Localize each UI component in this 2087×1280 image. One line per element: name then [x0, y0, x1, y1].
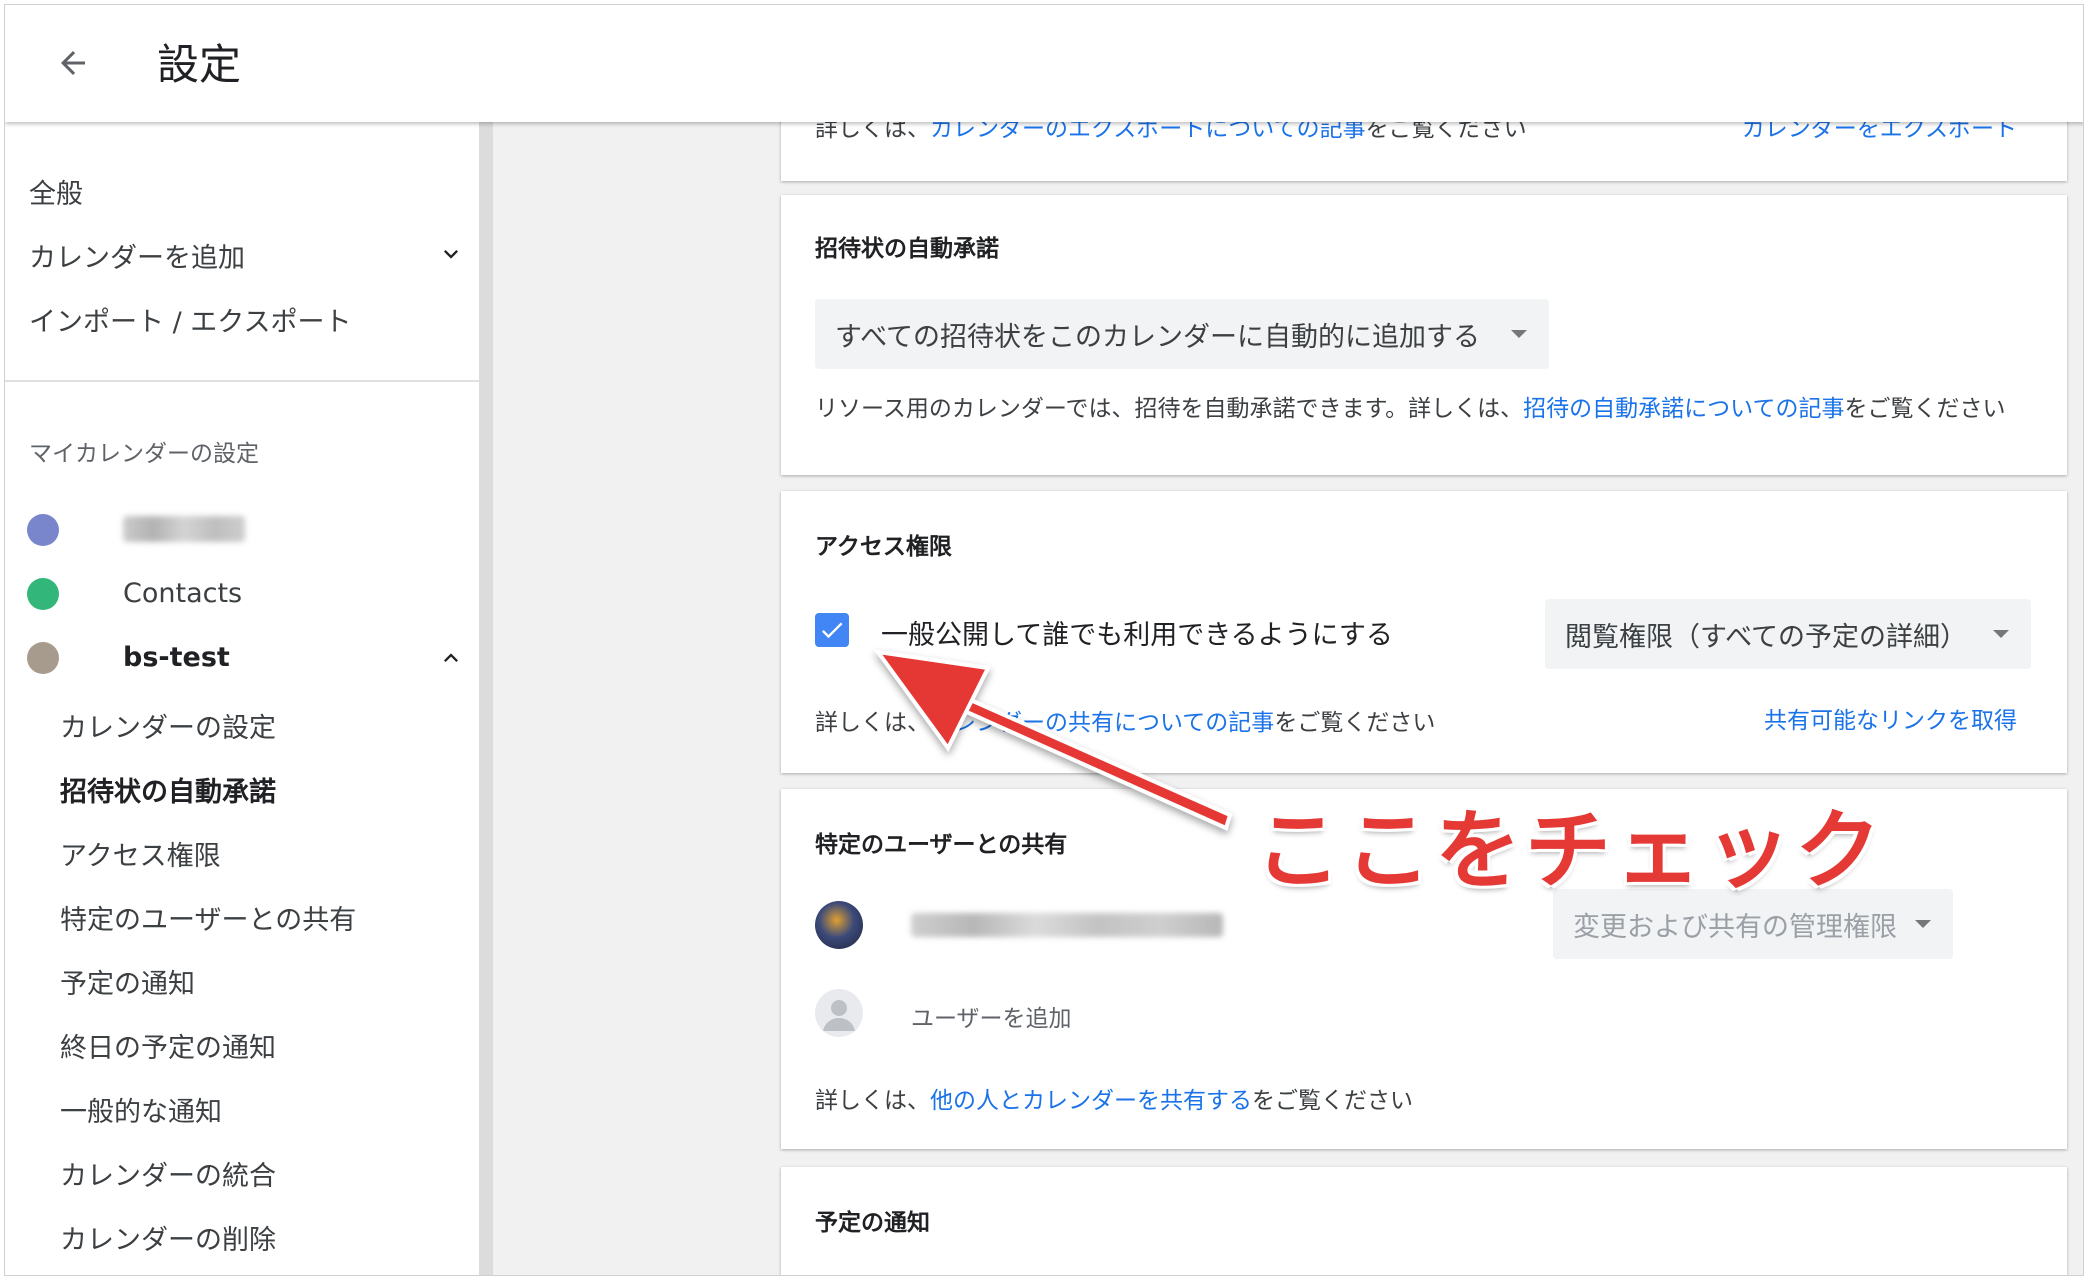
chevron-up-icon[interactable]: [437, 644, 465, 672]
blurred-calendar-name[interactable]: [123, 516, 245, 542]
auto-accept-article-link[interactable]: 招待の自動承諾についての記事: [1523, 396, 1844, 422]
share-with-others-link[interactable]: 他の人とカレンダーを共有する: [930, 1088, 1252, 1114]
page-title: 設定: [157, 40, 242, 89]
share-users-title: 特定のユーザーとの共有: [815, 832, 1068, 858]
sidebar-item-add-calendar[interactable]: カレンダーを追加: [29, 236, 245, 275]
my-calendars-heading: マイカレンダーの設定: [29, 441, 259, 467]
add-user-avatar-icon: [815, 989, 863, 1037]
check-icon: [821, 622, 843, 639]
annotation-text: ここをチェック: [1255, 801, 1885, 901]
dropdown-caret-icon: [1511, 330, 1527, 338]
calendar-color-dot: [27, 578, 59, 610]
auto-accept-title: 招待状の自動承諾: [815, 236, 999, 262]
permission-select[interactable]: 閲覧権限（すべての予定の詳細）: [1545, 599, 2031, 669]
sidebar-item-import-export[interactable]: インポート / エクスポート: [29, 300, 351, 339]
top-bar: 設定: [5, 5, 2083, 122]
share-users-help: 詳しくは、他の人とカレンダーを共有するをご覧ください: [815, 1088, 1413, 1114]
sidebar-divider: [5, 380, 479, 382]
user-avatar: [815, 901, 863, 949]
public-checkbox[interactable]: [815, 613, 849, 647]
back-button[interactable]: [49, 39, 97, 87]
sidebar-sub-auto-accept[interactable]: 招待状の自動承諾: [60, 770, 276, 809]
sidebar: 全般 カレンダーを追加 インポート / エクスポート マイカレンダーの設定 Co…: [5, 122, 493, 1275]
calendar-bs-test[interactable]: bs-test: [123, 642, 230, 673]
sidebar-sub-allday-notifications[interactable]: 終日の予定の通知: [60, 1026, 276, 1065]
auto-accept-desc: リソース用のカレンダーでは、招待を自動承諾できます。詳しくは、招待の自動承諾につ…: [815, 396, 2006, 422]
add-user-input[interactable]: ユーザーを追加: [911, 999, 1072, 1033]
auto-accept-select[interactable]: すべての招待状をこのカレンダーに自動的に追加する: [815, 299, 1549, 369]
access-help: 詳しくは、カレンダーの共有についての記事をご覧ください: [815, 710, 1436, 736]
event-notifications-card: 予定の通知: [781, 1167, 2067, 1275]
sidebar-sub-integrate[interactable]: カレンダーの統合: [60, 1154, 276, 1193]
auto-accept-card: 招待状の自動承諾 すべての招待状をこのカレンダーに自動的に追加する リソース用の…: [781, 195, 2067, 475]
access-card: アクセス権限 一般公開して誰でも利用できるようにする 閲覧権限（すべての予定の詳…: [781, 491, 2067, 773]
shareable-link[interactable]: 共有可能なリンクを取得: [1764, 701, 2017, 735]
app-window: 設定 全般 カレンダーを追加 インポート / エクスポート マイカレンダーの設定…: [4, 4, 2084, 1276]
public-checkbox-label[interactable]: 一般公開して誰でも利用できるようにする: [881, 613, 1393, 652]
sidebar-sub-share-users[interactable]: 特定のユーザーとの共有: [60, 898, 356, 937]
dropdown-caret-icon: [1915, 920, 1931, 928]
sidebar-item-general[interactable]: 全般: [29, 172, 83, 211]
event-notifications-title: 予定の通知: [815, 1210, 930, 1236]
sharing-article-link[interactable]: カレンダーの共有についての記事: [930, 710, 1274, 736]
sidebar-sub-calendar-settings[interactable]: カレンダーの設定: [60, 706, 276, 745]
arrow-back-icon: [61, 51, 85, 75]
calendar-contacts[interactable]: Contacts: [123, 578, 242, 609]
sidebar-sub-delete[interactable]: カレンダーの削除: [60, 1218, 276, 1257]
chevron-down-icon[interactable]: [437, 240, 465, 268]
blurred-user-email: [911, 913, 1223, 937]
sidebar-sub-access[interactable]: アクセス権限: [60, 834, 221, 873]
sidebar-sub-event-notifications[interactable]: 予定の通知: [60, 962, 195, 1001]
calendar-color-dot: [27, 514, 59, 546]
dropdown-caret-icon: [1993, 630, 2009, 638]
access-title: アクセス権限: [815, 534, 952, 560]
sidebar-sub-general-notifications[interactable]: 一般的な通知: [60, 1090, 222, 1129]
calendar-color-dot: [27, 642, 59, 674]
